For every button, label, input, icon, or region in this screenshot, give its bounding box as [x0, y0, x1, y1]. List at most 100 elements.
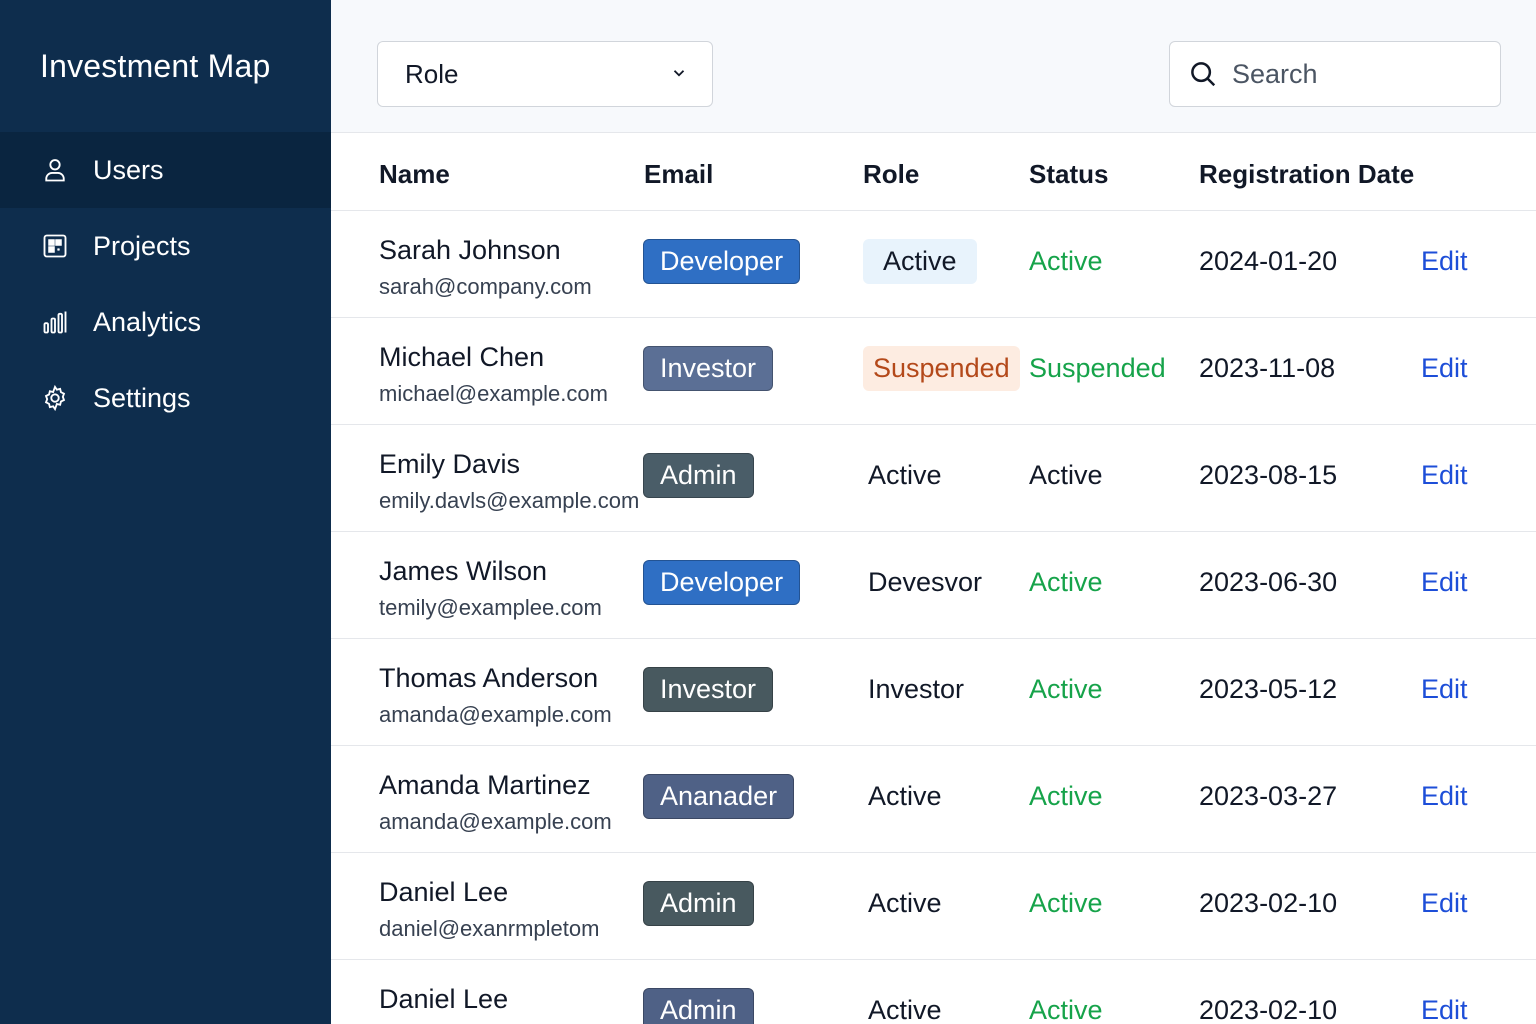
sidebar-nav: Users Projects Analytics Settings	[0, 132, 331, 436]
edit-link[interactable]: Edit	[1421, 239, 1468, 284]
user-name: Daniel Lee	[379, 984, 509, 1014]
status-text: Active	[1029, 781, 1103, 811]
user-cell: Daniel Lee	[379, 984, 508, 1023]
status-text: Suspended	[1029, 353, 1166, 383]
table-row[interactable]: Sarah Johnson sarah@company.com Develope…	[331, 211, 1536, 318]
search-box[interactable]	[1169, 41, 1501, 107]
registration-date: 2023-03-27	[1199, 781, 1338, 811]
role-badge: Investor	[643, 667, 774, 712]
sidebar-item-label: Settings	[93, 382, 191, 413]
edit-link[interactable]: Edit	[1421, 346, 1468, 391]
user-name: Daniel Lee	[379, 877, 509, 907]
role-cell: Devesvor	[868, 567, 983, 597]
user-email: michael@example.com	[379, 381, 608, 406]
role-cell: Active	[868, 995, 942, 1024]
users-table: Name Email Role Status Registration Date…	[331, 133, 1536, 1024]
table-body: Sarah Johnson sarah@company.com Develope…	[331, 211, 1536, 1024]
table-row[interactable]: Daniel Lee daniel@exanrmpletom Admin Act…	[331, 853, 1536, 960]
sidebar-item-label: Projects	[93, 230, 191, 261]
status-text: Active	[1029, 567, 1103, 597]
role-badge: Admin	[643, 881, 754, 926]
sidebar-item-label: Users	[93, 154, 164, 185]
sidebar-item-label: Analytics	[93, 306, 202, 337]
app-title: Investment Map	[40, 47, 271, 84]
search-icon	[1191, 62, 1216, 87]
user-cell: Amanda Martinez amanda@example.com	[379, 770, 612, 835]
column-header-role[interactable]: Role	[863, 159, 919, 190]
column-header-registration-date[interactable]: Registration Date	[1199, 159, 1414, 190]
status-text: Active	[1029, 674, 1103, 704]
registration-date: 2023-02-10	[1199, 888, 1338, 918]
sidebar-item-analytics[interactable]: Analytics	[0, 284, 331, 360]
registration-date: 2023-06-30	[1199, 567, 1338, 597]
app-root: Investment Map Users Projects Analytics	[0, 0, 1536, 1024]
column-header-status[interactable]: Status	[1029, 159, 1108, 190]
status-text: Active	[1029, 460, 1103, 490]
role-badge: Developer	[643, 239, 801, 284]
role-cell: Suspended	[863, 346, 1020, 391]
user-email: emily.davls@example.com	[379, 488, 640, 513]
user-email: temily@examplee.com	[379, 595, 602, 620]
user-name: Thomas Anderson	[379, 663, 599, 693]
user-name: James Wilson	[379, 556, 548, 586]
user-email: sarah@company.com	[379, 274, 592, 299]
bar-chart-icon	[40, 307, 70, 337]
sidebar-item-settings[interactable]: Settings	[0, 360, 331, 436]
table-row[interactable]: Emily Davis emily.davls@example.com Admi…	[331, 425, 1536, 532]
sidebar: Investment Map Users Projects Analytics	[0, 0, 331, 1024]
registration-date: 2023-05-12	[1199, 674, 1338, 704]
gear-icon	[40, 383, 70, 413]
user-name: Michael Chen	[379, 342, 545, 372]
role-badge: Admin	[643, 453, 754, 498]
user-email: daniel@exanrmpletom	[379, 916, 600, 941]
registration-date: 2023-02-10	[1199, 995, 1338, 1024]
sidebar-item-users[interactable]: Users	[0, 132, 331, 208]
registration-date: 2023-08-15	[1199, 460, 1338, 490]
edit-link[interactable]: Edit	[1421, 667, 1468, 712]
chevron-down-icon	[673, 70, 685, 77]
column-header-name[interactable]: Name	[379, 159, 450, 190]
user-name: Emily Davis	[379, 449, 521, 479]
edit-link[interactable]: Edit	[1421, 988, 1468, 1024]
user-name: Amanda Martinez	[379, 770, 591, 800]
table-row[interactable]: Amanda Martinez amanda@example.com Anana…	[331, 746, 1536, 853]
table-row[interactable]: James Wilson temily@examplee.com Develop…	[331, 532, 1536, 639]
grid-icon	[40, 231, 70, 261]
user-icon	[40, 155, 70, 185]
role-badge: Developer	[643, 560, 801, 605]
table-row[interactable]: Michael Chen michael@example.com Investo…	[331, 318, 1536, 425]
role-filter-select[interactable]: Role	[377, 41, 713, 107]
user-cell: Thomas Anderson amanda@example.com	[379, 663, 612, 728]
table-row[interactable]: Daniel Lee Admin Active Active 2023-02-1…	[331, 960, 1536, 1024]
role-cell: Active	[868, 888, 942, 918]
registration-date: 2024-01-20	[1199, 246, 1338, 276]
role-cell: Active	[868, 781, 942, 811]
status-text: Active	[1029, 246, 1103, 276]
edit-link[interactable]: Edit	[1421, 881, 1468, 926]
main-content: Role Name Email Role Status Registration…	[331, 0, 1536, 1024]
sidebar-item-projects[interactable]: Projects	[0, 208, 331, 284]
edit-link[interactable]: Edit	[1421, 453, 1468, 498]
user-cell: Michael Chen michael@example.com	[379, 342, 608, 407]
table-row[interactable]: Thomas Anderson amanda@example.com Inves…	[331, 639, 1536, 746]
edit-link[interactable]: Edit	[1421, 774, 1468, 819]
search-input[interactable]	[1232, 58, 1472, 90]
edit-link[interactable]: Edit	[1421, 560, 1468, 605]
role-badge: Admin	[643, 988, 754, 1024]
status-text: Active	[1029, 995, 1103, 1024]
table-header: Name Email Role Status Registration Date	[331, 133, 1536, 211]
role-filter-value: Role	[405, 58, 459, 89]
user-cell: James Wilson temily@examplee.com	[379, 556, 602, 621]
role-badge: Ananader	[643, 774, 795, 819]
user-cell: Emily Davis emily.davls@example.com	[379, 449, 639, 514]
role-badge: Investor	[643, 346, 774, 391]
user-name: Sarah Johnson	[379, 235, 561, 265]
role-cell: Active	[863, 239, 977, 284]
user-cell: Sarah Johnson sarah@company.com	[379, 235, 592, 300]
role-cell: Active	[868, 460, 942, 490]
toolbar: Role	[331, 0, 1536, 133]
column-header-email[interactable]: Email	[644, 159, 713, 190]
user-cell: Daniel Lee daniel@exanrmpletom	[379, 877, 599, 942]
registration-date: 2023-11-08	[1199, 353, 1336, 383]
user-email: amanda@example.com	[379, 809, 612, 834]
